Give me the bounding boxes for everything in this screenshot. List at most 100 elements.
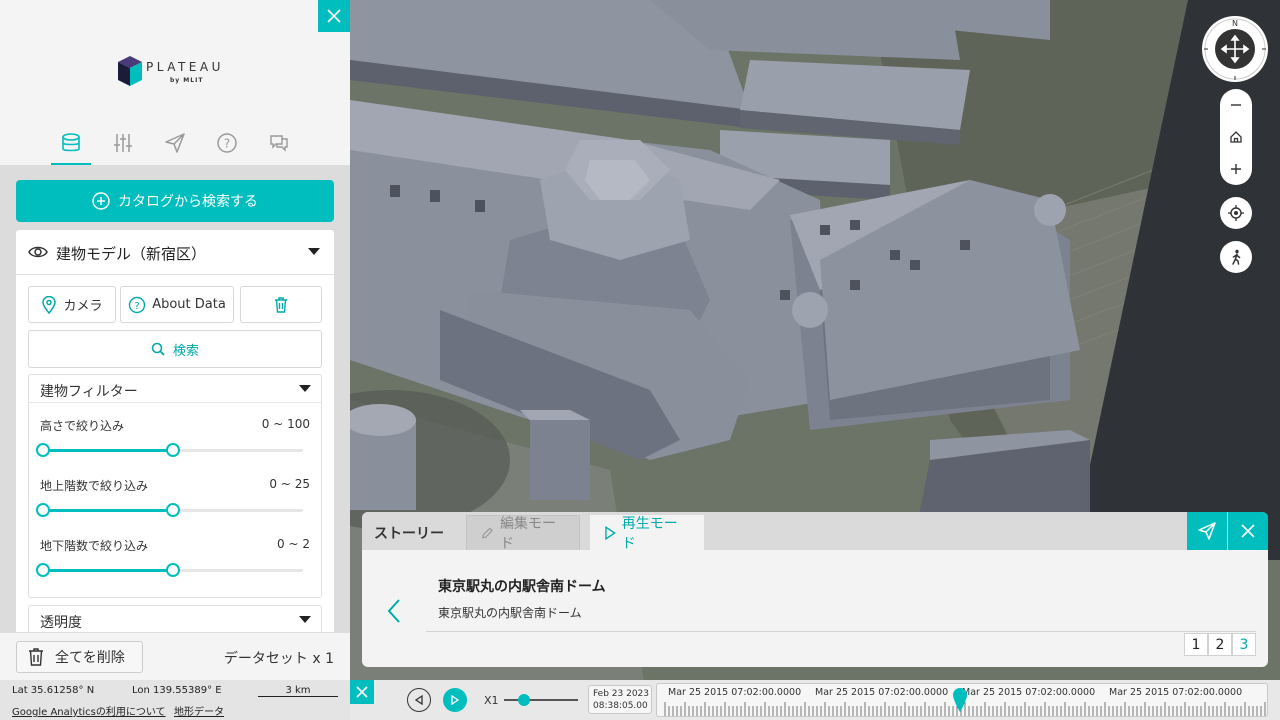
scale-bar: 3 km <box>258 685 338 697</box>
above-ground-floors-slider[interactable] <box>36 503 303 517</box>
eye-icon[interactable] <box>28 245 48 259</box>
play-icon <box>451 695 460 705</box>
story-page-1[interactable]: 1 <box>1184 633 1208 656</box>
dataset-header[interactable]: 建物モデル（新宿区） <box>16 230 334 275</box>
delete-all-label: 全てを削除 <box>55 650 125 666</box>
compass-control[interactable]: N <box>1202 16 1268 82</box>
delete-all-button[interactable]: 全てを削除 <box>16 641 143 673</box>
play-icon <box>605 525 616 540</box>
dataset-count: データセット x 1 <box>223 651 334 667</box>
walking-person-icon <box>1232 249 1241 265</box>
search-label: 検索 <box>172 343 199 359</box>
zoom-out-button[interactable] <box>1220 89 1252 121</box>
playback-speed-slider[interactable] <box>504 693 578 707</box>
play-mode-label: 再生モード <box>621 515 678 552</box>
caret-down-icon[interactable] <box>308 248 320 256</box>
sliders-icon <box>114 134 132 152</box>
close-icon <box>356 686 368 698</box>
tab-share[interactable] <box>155 124 195 165</box>
pedestrian-mode-button[interactable] <box>1220 241 1252 273</box>
locate-icon <box>1228 205 1244 221</box>
search-icon <box>151 342 165 356</box>
slider-track <box>504 699 578 701</box>
close-icon <box>327 9 341 23</box>
dataset-card: 建物モデル（新宿区） カメラ ? About Data 検索 建物フィルター 高… <box>16 230 334 632</box>
trash-icon <box>29 648 43 666</box>
database-icon <box>62 133 80 152</box>
story-share-button[interactable] <box>1187 512 1227 550</box>
underground-floors-range: 0 ~ 2 <box>277 537 310 551</box>
timeline-close-button[interactable] <box>350 680 374 704</box>
about-data-button[interactable]: ? About Data <box>120 286 234 323</box>
panel-body: カタログから検索する 建物モデル（新宿区） カメラ ? About Data 検… <box>0 165 350 632</box>
story-label: ストーリー <box>374 526 444 542</box>
slider-min-handle[interactable] <box>36 443 50 457</box>
panel-footer: 全てを削除 データセット x 1 <box>0 632 350 680</box>
terrain-data-link[interactable]: 地形データ <box>174 703 224 718</box>
current-date: Feb 23 2023 <box>593 689 650 699</box>
tab-play-mode[interactable]: 再生モード <box>590 515 704 552</box>
logo-cube-icon <box>118 56 142 86</box>
tab-help[interactable]: ? <box>207 124 247 165</box>
plateau-logo: PLATEAU by MLIT <box>118 56 238 90</box>
home-button[interactable] <box>1220 121 1252 153</box>
analytics-link[interactable]: Google Analyticsの利用について <box>12 703 166 718</box>
my-location-button[interactable] <box>1220 197 1252 229</box>
story-page-3[interactable]: 3 <box>1232 633 1256 656</box>
slider-fill <box>43 509 173 512</box>
slider-max-handle[interactable] <box>166 503 180 517</box>
transparency-section[interactable]: 透明度 <box>28 605 322 632</box>
delete-dataset-button[interactable] <box>240 286 322 323</box>
slider-fill <box>43 569 173 572</box>
underground-floors-label: 地下階数で絞り込み <box>40 539 149 553</box>
tab-edit-mode[interactable]: 編集モード <box>466 515 580 552</box>
catalog-search-button[interactable]: カタログから検索する <box>16 180 334 222</box>
story-prev-button[interactable] <box>382 596 406 626</box>
plus-icon <box>1231 164 1241 174</box>
building-filter-title: 建物フィルター <box>40 384 138 400</box>
timeline-bar: X1 Feb 23 2023 08:38:05.00 Mar 25 2015 0… <box>350 680 1280 720</box>
current-datetime[interactable]: Feb 23 2023 08:38:05.00 <box>588 685 652 714</box>
above-ground-floors-range: 0 ~ 25 <box>269 477 310 491</box>
paper-plane-icon <box>1198 522 1216 540</box>
tab-feedback[interactable] <box>259 124 299 165</box>
zoom-in-button[interactable] <box>1220 153 1252 185</box>
home-icon <box>1230 131 1242 143</box>
story-close-button[interactable] <box>1228 512 1268 550</box>
story-tab-bar: ストーリー 編集モード 再生モード <box>362 512 1268 552</box>
caret-down-icon[interactable] <box>299 616 311 624</box>
search-button[interactable]: 検索 <box>28 330 322 368</box>
slider-max-handle[interactable] <box>166 563 180 577</box>
slider-min-handle[interactable] <box>36 563 50 577</box>
story-divider <box>426 631 1256 632</box>
current-time: 08:38:05.00 <box>593 701 648 711</box>
chat-icon <box>270 135 288 152</box>
underground-floors-slider[interactable] <box>36 563 303 577</box>
building-filter-header[interactable]: 建物フィルター <box>29 375 321 403</box>
help-icon: ? <box>217 133 237 153</box>
playback-speed-label: X1 <box>484 694 499 707</box>
play-reverse-icon <box>414 695 423 705</box>
height-range-slider[interactable] <box>36 443 303 457</box>
tab-data[interactable] <box>51 124 91 165</box>
latitude-readout: Lat 35.61258° N <box>12 685 95 696</box>
rewind-button[interactable] <box>407 688 431 712</box>
slider-min-handle[interactable] <box>36 503 50 517</box>
panel-tab-bar: ? <box>0 124 350 165</box>
minus-icon <box>1231 104 1241 106</box>
tab-map-settings[interactable] <box>103 124 143 165</box>
status-bar: Lat 35.61258° N Lon 139.55389° E 3 km Go… <box>0 680 350 720</box>
timeline-cursor-marker[interactable] <box>952 687 968 713</box>
story-page-2[interactable]: 2 <box>1208 633 1232 656</box>
caret-down-icon[interactable] <box>299 385 311 393</box>
svg-text:?: ? <box>224 137 230 151</box>
slider-max-handle[interactable] <box>166 443 180 457</box>
timeline-scale[interactable]: Mar 25 2015 07:02:00.0000 Mar 25 2015 07… <box>656 683 1268 717</box>
slider-fill <box>43 449 173 452</box>
panel-close-button[interactable] <box>318 0 350 32</box>
longitude-readout: Lon 139.55389° E <box>132 685 222 696</box>
play-button[interactable] <box>443 688 467 712</box>
zoom-controls <box>1220 89 1252 185</box>
camera-button[interactable]: カメラ <box>28 286 116 323</box>
slider-handle[interactable] <box>518 694 530 706</box>
